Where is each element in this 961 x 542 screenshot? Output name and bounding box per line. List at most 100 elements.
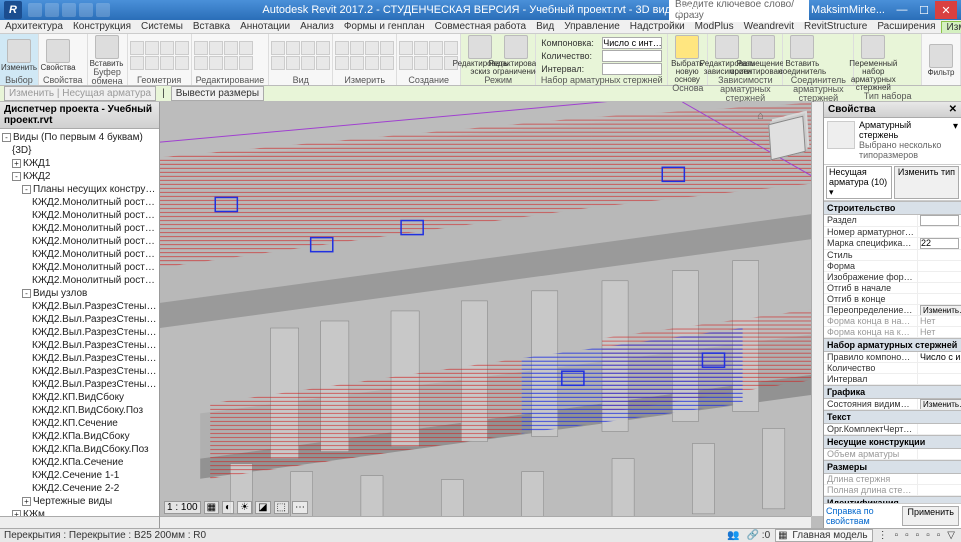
tree-node[interactable]: КЖД2.Выл.РазрезСтены7-7: [2, 378, 157, 391]
property-row[interactable]: Правило компоновкиЧисло с интервал…: [824, 352, 961, 363]
ribbon-button[interactable]: Свойства: [41, 39, 75, 72]
ribbon-small-icon[interactable]: [239, 41, 253, 55]
property-row[interactable]: Переопределение окр…Изменить…: [824, 305, 961, 316]
ribbon-small-icon[interactable]: [209, 56, 223, 70]
tree-node[interactable]: КЖД2.Монолитный ростверк. Опалуб: [2, 196, 157, 209]
ribbon-button[interactable]: Изменить: [2, 39, 36, 72]
tab-10[interactable]: Надстройки: [625, 21, 690, 32]
tree-toggle-icon[interactable]: +: [12, 159, 21, 168]
property-value[interactable]: [917, 261, 961, 271]
property-group-header[interactable]: Идентификация: [824, 496, 961, 503]
tree-node[interactable]: КЖД2.Выл.РазрезСтены4-4: [2, 339, 157, 352]
viewport-3d[interactable]: ⌂ 1 : 100 ▦ ◐ ☀ ◪ ⬚ ⋯: [160, 102, 823, 528]
property-value[interactable]: Нет: [917, 327, 961, 337]
ribbon-small-icon[interactable]: [175, 41, 189, 55]
select-underlay-icon[interactable]: ▫: [903, 530, 911, 541]
tree-node[interactable]: КЖД2.КП.Сечение: [2, 417, 157, 430]
tree-node[interactable]: КЖД2.Выл.РазрезСтены1-1: [2, 300, 157, 313]
tree-node[interactable]: -Виды (По первым 4 буквам): [2, 131, 157, 144]
viewport-scrollbar-v[interactable]: [811, 102, 823, 516]
ribbon-small-icon[interactable]: [239, 56, 253, 70]
ribbon-button[interactable]: Редактировать ограничение: [499, 35, 533, 76]
tree-toggle-icon[interactable]: -: [12, 172, 21, 181]
property-group-header[interactable]: Набор арматурных стержней: [824, 338, 961, 352]
ribbon-small-icon[interactable]: [160, 56, 174, 70]
property-row[interactable]: Отгиб в конце: [824, 294, 961, 305]
property-value[interactable]: Нет: [917, 316, 961, 326]
ribbon-button[interactable]: Фильтр: [924, 44, 958, 77]
tree-node[interactable]: КЖД2.Монолитный ростверк. Схема р: [2, 235, 157, 248]
property-value[interactable]: Изменить…: [917, 399, 961, 409]
maximize-button[interactable]: ☐: [913, 1, 935, 19]
tree-node[interactable]: КЖД2.КПа.ВидСбоку: [2, 430, 157, 443]
property-row[interactable]: Орг.КомплектЧертежей: [824, 424, 961, 435]
ribbon-small-icon[interactable]: [350, 56, 364, 70]
ribbon-button[interactable]: Переменный набор арматурных стержней: [856, 35, 890, 92]
project-browser-tree[interactable]: -Виды (По первым 4 буквам){3D}+КЖД1-КЖД2…: [0, 129, 159, 516]
ribbon-small-icon[interactable]: [145, 41, 159, 55]
select-links-icon[interactable]: ▫: [893, 530, 901, 541]
detail-level-icon[interactable]: ▦: [204, 501, 219, 514]
property-row[interactable]: Количество: [824, 363, 961, 374]
property-row[interactable]: Форма конца в началеНет: [824, 316, 961, 327]
qat-open-icon[interactable]: [28, 3, 42, 17]
ribbon-small-icon[interactable]: [335, 41, 349, 55]
tab-9[interactable]: Управление: [559, 21, 625, 32]
property-value[interactable]: [917, 485, 961, 495]
property-group-header[interactable]: Строительство: [824, 201, 961, 215]
property-value[interactable]: [917, 374, 961, 384]
property-row[interactable]: Длина стержня: [824, 474, 961, 485]
tree-toggle-icon[interactable]: -: [22, 289, 31, 298]
property-group-header[interactable]: Несущие конструкции: [824, 435, 961, 449]
tab-4[interactable]: Аннотации: [235, 21, 295, 32]
ribbon-small-icon[interactable]: [224, 41, 238, 55]
ribbon-small-icon[interactable]: [414, 41, 428, 55]
ribbon-button[interactable]: Вставить: [90, 35, 124, 68]
tree-node[interactable]: КЖД2.КПа.ВидСбоку.Поз: [2, 443, 157, 456]
tree-toggle-icon[interactable]: -: [22, 185, 31, 194]
property-value[interactable]: Число с интервал…: [917, 352, 961, 362]
property-row[interactable]: Состояния видимости…Изменить…: [824, 399, 961, 410]
ribbon-button[interactable]: Размещение с ориентированием: [746, 35, 780, 76]
scale-display[interactable]: 1 : 100: [164, 501, 201, 514]
combo-input[interactable]: [602, 50, 662, 62]
ribbon-small-icon[interactable]: [365, 56, 379, 70]
tab-11[interactable]: ModPlus: [690, 21, 739, 32]
combo-input[interactable]: [602, 63, 662, 75]
apply-button[interactable]: Применить: [902, 506, 959, 526]
tab-13[interactable]: RevitStructure: [799, 21, 872, 32]
browser-scrollbar-h[interactable]: [0, 516, 159, 528]
ribbon-small-icon[interactable]: [399, 41, 413, 55]
ribbon-small-icon[interactable]: [286, 56, 300, 70]
property-row[interactable]: Номер арматурного с…: [824, 227, 961, 238]
property-row[interactable]: Форма: [824, 261, 961, 272]
ribbon-small-icon[interactable]: [145, 56, 159, 70]
app-logo[interactable]: R: [4, 1, 22, 19]
ribbon-small-icon[interactable]: [271, 56, 285, 70]
ribbon-small-icon[interactable]: [350, 41, 364, 55]
tree-node[interactable]: КЖД2.Монолитный ростверк. Схема р: [2, 222, 157, 235]
property-group-header[interactable]: Размеры: [824, 460, 961, 474]
drag-elements-icon[interactable]: ▫: [935, 530, 943, 541]
ribbon-small-icon[interactable]: [429, 41, 443, 55]
combo-input[interactable]: [602, 37, 662, 49]
ribbon-small-icon[interactable]: [380, 41, 394, 55]
viewport-scrollbar-h[interactable]: [160, 516, 811, 528]
tab-7[interactable]: Совместная работа: [430, 21, 532, 32]
property-row[interactable]: Отгиб в начале: [824, 283, 961, 294]
property-row[interactable]: Интервал: [824, 374, 961, 385]
property-group-header[interactable]: Текст: [824, 410, 961, 424]
ribbon-button[interactable]: Вставить соединитель: [785, 35, 819, 76]
properties-help-link[interactable]: Справка по свойствам: [826, 506, 898, 526]
close-button[interactable]: ✕: [935, 1, 957, 19]
tab-8[interactable]: Вид: [531, 21, 559, 32]
ribbon-small-icon[interactable]: [399, 56, 413, 70]
ribbon-small-icon[interactable]: [271, 41, 285, 55]
qat-redo-icon[interactable]: [79, 3, 93, 17]
ribbon-small-icon[interactable]: [380, 56, 394, 70]
properties-close-icon[interactable]: ✕: [949, 104, 957, 115]
edit-type-button[interactable]: Изменить тип: [894, 166, 959, 199]
tree-toggle-icon[interactable]: -: [2, 133, 11, 142]
ribbon-small-icon[interactable]: [130, 41, 144, 55]
visual-style-icon[interactable]: ◐: [222, 501, 234, 514]
